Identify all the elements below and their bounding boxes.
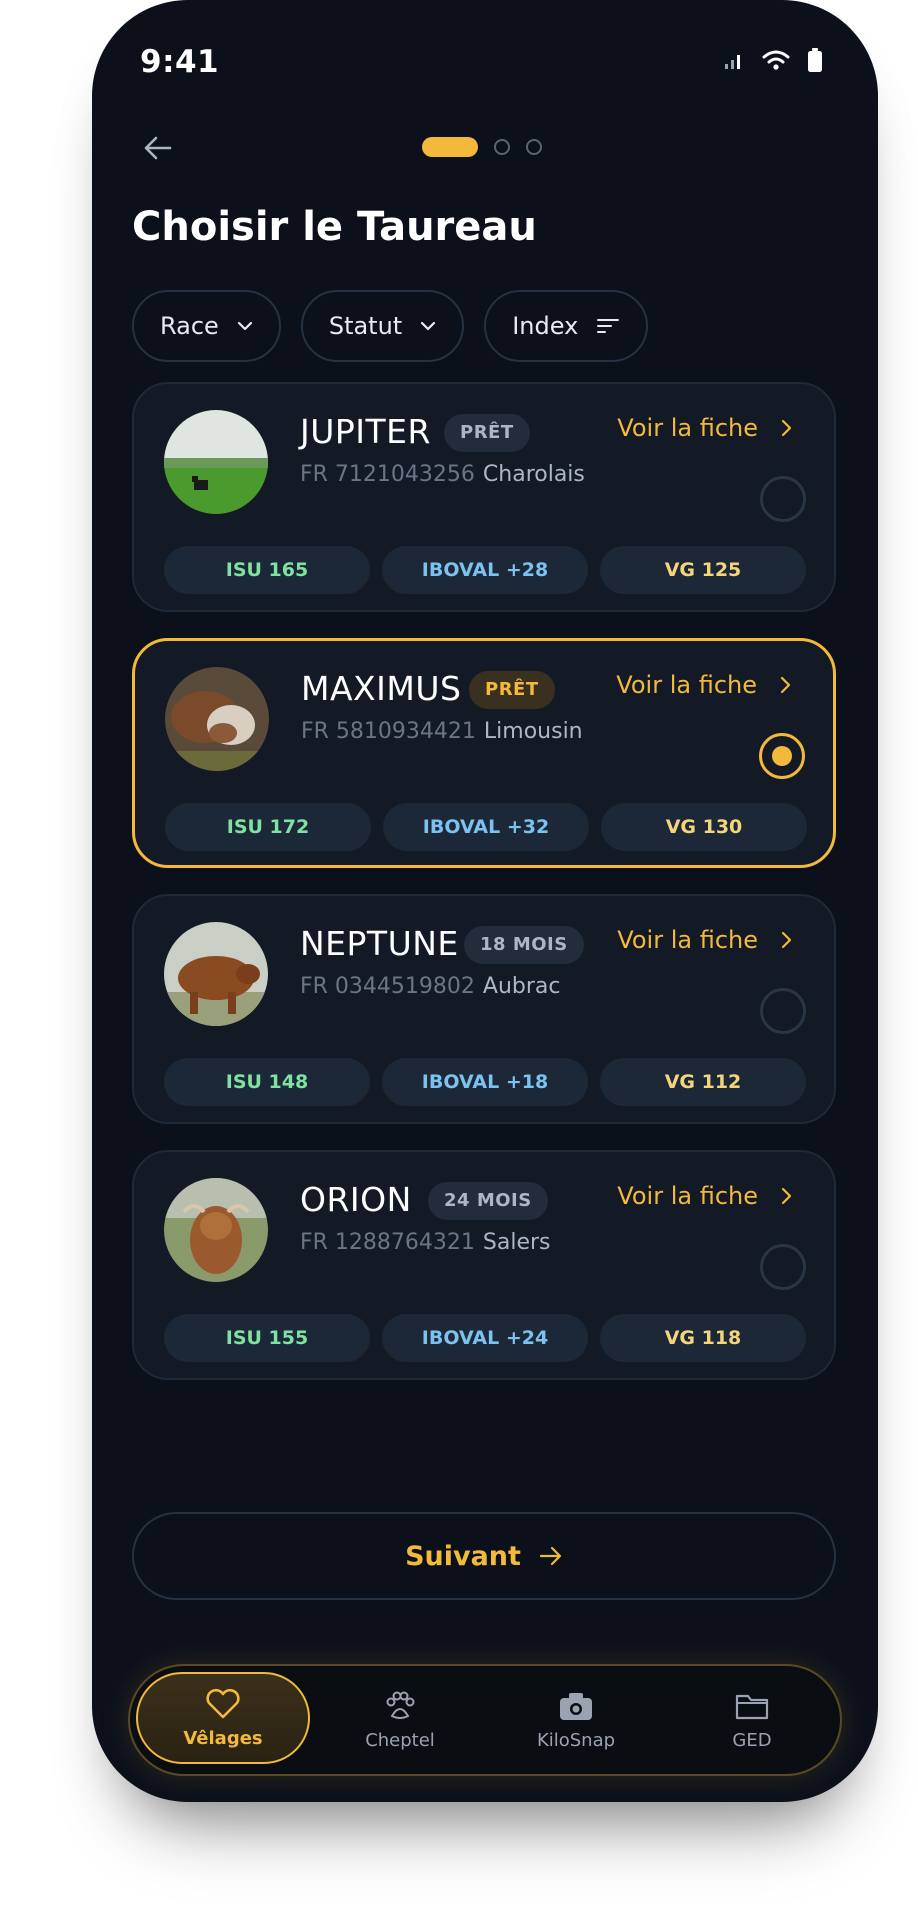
chevron-right-icon <box>780 676 791 694</box>
iboval-chip: IBOVAL +24 <box>382 1314 588 1362</box>
arrow-right-icon <box>539 1546 562 1566</box>
bull-id-line: FR 1288764321 Salers <box>300 1230 551 1255</box>
select-radio[interactable] <box>760 988 806 1034</box>
bull-card-neptune[interactable]: NEPTUNE 18 MOIS FR 0344519802 Aubrac Voir… <box>132 894 836 1124</box>
vg-chip: VG 130 <box>601 803 807 851</box>
wifi-icon <box>762 50 790 70</box>
bull-photo <box>164 922 268 1026</box>
battery-icon <box>808 48 822 72</box>
heart-icon <box>206 1688 240 1718</box>
nav-label: Vêlages <box>183 1727 263 1749</box>
isu-chip: ISU 148 <box>164 1058 370 1106</box>
nav-label: KiloSnap <box>536 1729 616 1751</box>
chevron-right-icon <box>781 931 792 949</box>
nav-ged[interactable]: GED <box>666 1666 838 1774</box>
view-profile-link[interactable]: Voir la fiche <box>617 1182 792 1210</box>
iboval-chip: IBOVAL +28 <box>382 546 588 594</box>
bull-photo <box>164 1178 268 1282</box>
bull-card-jupiter[interactable]: JUPITER PRÊT FR 7121043256 Charolais Voir… <box>132 382 836 612</box>
bull-name: MAXIMUS <box>301 669 462 708</box>
index-chips: ISU 148 IBOVAL +18 VG 112 <box>164 1058 806 1106</box>
isu-chip: ISU 155 <box>164 1314 370 1362</box>
bull-card-orion[interactable]: ORION 24 MOIS FR 1288764321 Salers Voir l… <box>132 1150 836 1380</box>
bull-photo <box>164 410 268 514</box>
next-button[interactable]: Suivant <box>132 1512 836 1600</box>
arrow-left-icon <box>144 136 172 160</box>
vg-chip: VG 112 <box>600 1058 806 1106</box>
vg-chip: VG 125 <box>600 546 806 594</box>
bull-breed: Salers <box>482 1230 551 1255</box>
paw-icon <box>386 1691 415 1719</box>
bull-id-line: FR 7121043256 Charolais <box>300 462 585 487</box>
bull-id-line: FR 5810934421 Limousin <box>301 719 583 744</box>
filter-label: Statut <box>328 312 403 340</box>
filter-label: Index <box>512 312 579 340</box>
view-profile-label: Voir la fiche <box>617 1182 758 1210</box>
select-radio[interactable] <box>760 476 806 522</box>
index-chips: ISU 172 IBOVAL +32 VG 130 <box>165 803 807 851</box>
index-chips: ISU 155 IBOVAL +24 VG 118 <box>164 1314 806 1362</box>
step-indicator <box>422 137 542 157</box>
nav-label: Cheptel <box>365 1729 435 1751</box>
page-title: Choisir le Taureau <box>132 204 537 250</box>
signal-icon <box>725 55 740 69</box>
chevron-down-icon <box>237 321 252 331</box>
bull-name: ORION <box>300 1180 412 1219</box>
status-badge: 24 MOIS <box>428 1182 548 1220</box>
chevron-right-icon <box>781 419 792 437</box>
view-profile-link[interactable]: Voir la fiche <box>617 926 792 954</box>
next-button-label: Suivant <box>405 1540 521 1572</box>
bull-id-line: FR 0344519802 Aubrac <box>300 974 561 999</box>
view-profile-link[interactable]: Voir la fiche <box>616 671 791 699</box>
sort-lines-icon <box>597 319 620 333</box>
nav-label: GED <box>732 1729 772 1751</box>
bull-name: JUPITER <box>300 412 431 451</box>
vg-chip: VG 118 <box>600 1314 806 1362</box>
view-profile-label: Voir la fiche <box>616 671 757 699</box>
bull-id: FR 0344519802 <box>300 974 475 999</box>
nav-kilosnap[interactable]: KiloSnap <box>490 1666 662 1774</box>
folder-icon <box>735 1694 769 1719</box>
filter-label: Race <box>160 312 219 340</box>
bull-breed: Aubrac <box>482 974 561 999</box>
chevron-right-icon <box>781 1187 792 1205</box>
status-badge: PRÊT <box>444 414 530 452</box>
filter-index[interactable]: Index <box>484 290 649 362</box>
status-badge: 18 MOIS <box>464 926 584 964</box>
view-profile-label: Voir la fiche <box>617 926 758 954</box>
step-1-active <box>422 137 478 157</box>
status-icons <box>724 48 822 72</box>
bull-breed: Charolais <box>482 462 585 487</box>
bull-photo <box>165 667 269 771</box>
bull-id: FR 5810934421 <box>301 719 476 744</box>
nav-cheptel[interactable]: Cheptel <box>314 1666 486 1774</box>
bull-name: NEPTUNE <box>300 924 459 963</box>
view-profile-label: Voir la fiche <box>617 414 758 442</box>
camera-icon <box>560 1692 592 1720</box>
filter-statut[interactable]: Statut <box>300 290 465 362</box>
bull-card-maximus[interactable]: MAXIMUS PRÊT FR 5810934421 Limousin Voir … <box>132 638 836 868</box>
isu-chip: ISU 172 <box>165 803 371 851</box>
bottom-nav: Vêlages Cheptel KiloSnap GED <box>128 1664 842 1776</box>
step-3 <box>526 139 542 155</box>
nav-velages[interactable]: Vêlages <box>136 1672 310 1764</box>
status-time: 9:41 <box>140 44 220 80</box>
index-chips: ISU 165 IBOVAL +28 VG 125 <box>164 546 806 594</box>
iboval-chip: IBOVAL +18 <box>382 1058 588 1106</box>
back-button[interactable] <box>138 128 178 168</box>
phone-screen: 9:41 Choisir le Taureau Race Statut Inde… <box>92 0 878 1802</box>
bull-id: FR 1288764321 <box>300 1230 475 1255</box>
chevron-down-icon <box>421 321 436 331</box>
isu-chip: ISU 165 <box>164 546 370 594</box>
bull-breed: Limousin <box>483 719 583 744</box>
iboval-chip: IBOVAL +32 <box>383 803 589 851</box>
filter-bar: Race Statut Index <box>132 290 649 362</box>
select-radio[interactable] <box>759 733 805 779</box>
filter-race[interactable]: Race <box>132 290 281 362</box>
select-radio[interactable] <box>760 1244 806 1290</box>
bull-id: FR 7121043256 <box>300 462 475 487</box>
status-badge: PRÊT <box>469 671 555 709</box>
view-profile-link[interactable]: Voir la fiche <box>617 414 792 442</box>
step-2 <box>494 139 510 155</box>
